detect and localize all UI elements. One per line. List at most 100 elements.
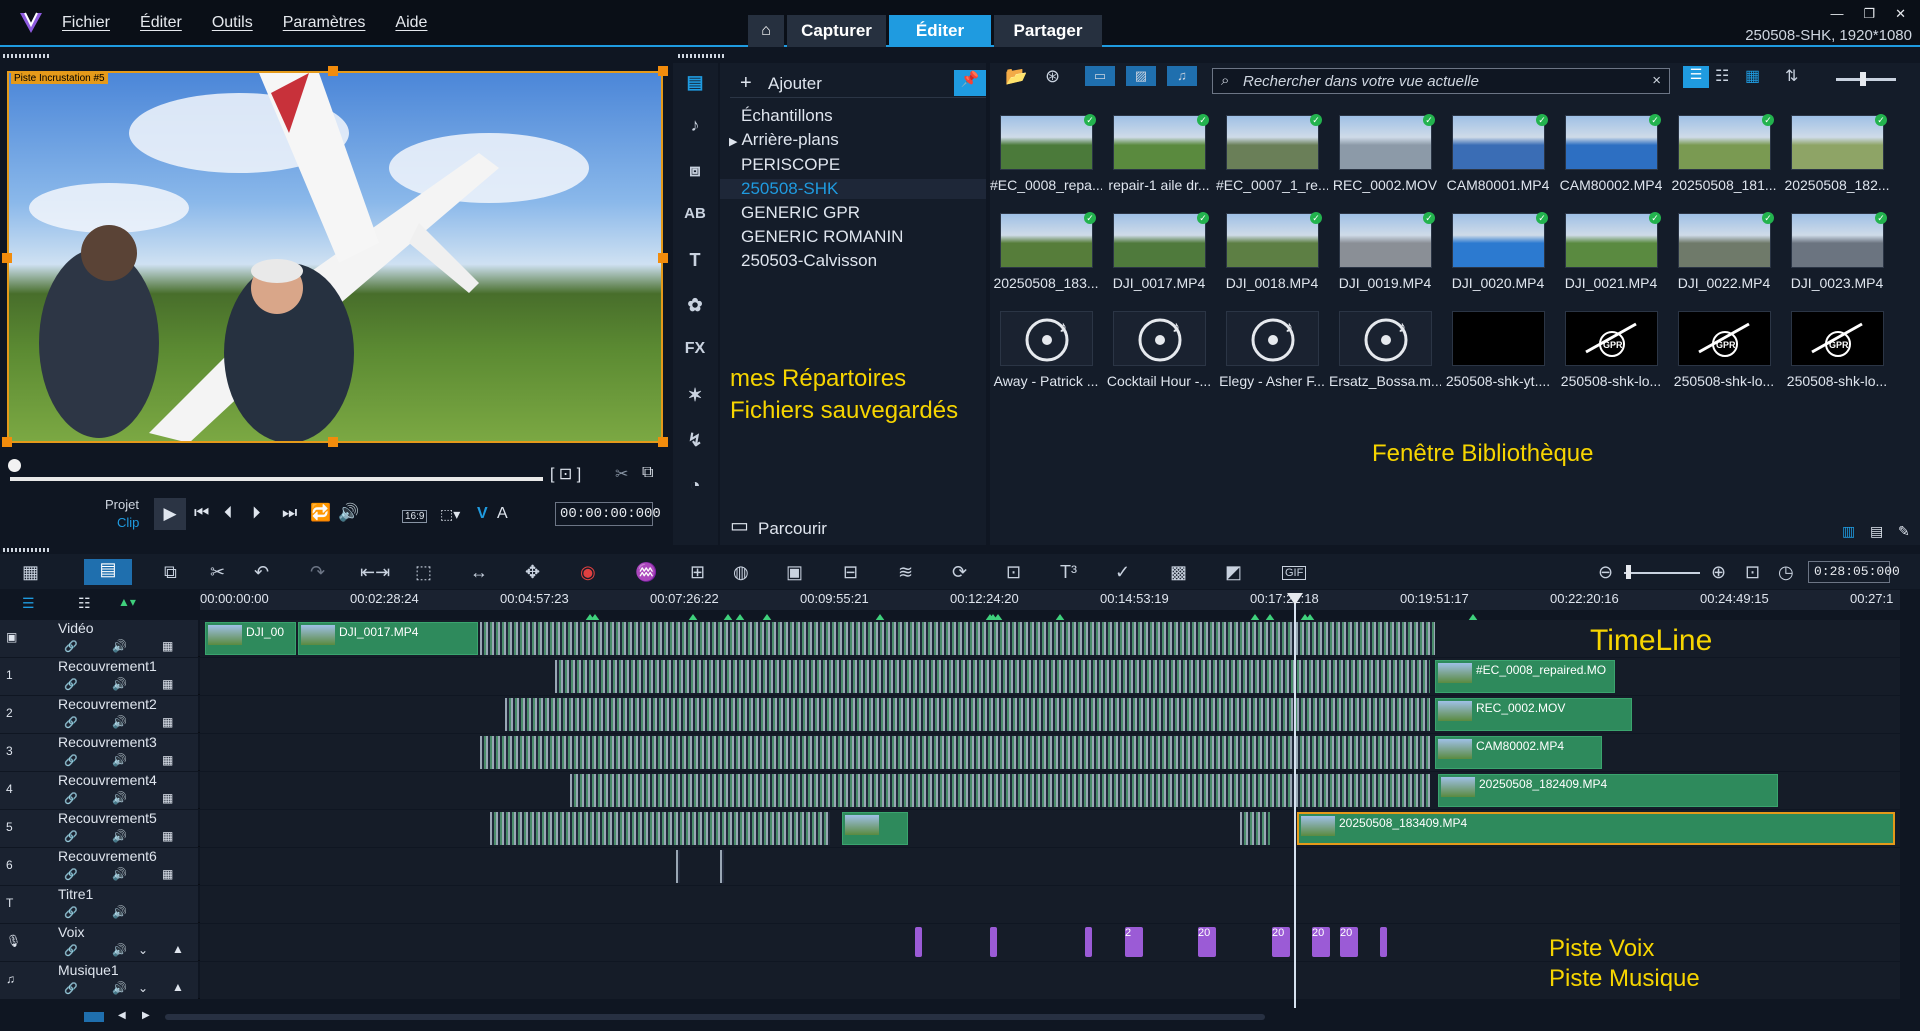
zoom-in-icon[interactable]: ⊕ — [1711, 562, 1726, 583]
track-lane[interactable]: 20250508_182409.MP4 — [200, 772, 1900, 809]
home-icon[interactable]: ⌂ — [748, 15, 784, 47]
clip-cluster[interactable] — [490, 812, 830, 845]
media-thumbnail[interactable]: ✓ 20250508_182... — [1781, 107, 1890, 199]
expand-icon[interactable]: ▲ — [172, 942, 184, 956]
track-options-icon[interactable]: ☷ — [78, 595, 91, 612]
folder-item[interactable]: 250503-Calvisson — [741, 251, 877, 271]
folder-item[interactable]: GENERIC GPR — [741, 203, 860, 223]
mute-icon[interactable]: 🔊 — [112, 639, 127, 653]
media-thumbnail[interactable]: ♪ Cocktail Hour -... — [1103, 303, 1211, 395]
zoom-out-icon[interactable]: ⊖ — [1598, 562, 1613, 583]
media-thumbnail[interactable]: ♪ Elegy - Asher F... — [1216, 303, 1325, 395]
track-header[interactable]: 5 Recouvrement5 🔗 🔊 ▦ — [0, 810, 198, 847]
clip-cluster[interactable] — [676, 850, 680, 883]
aspect-ratio-button[interactable]: 16:9 — [402, 510, 428, 523]
thumbnail-size-slider[interactable] — [1836, 78, 1896, 81]
track-lane[interactable]: CAM80002.MP4 — [200, 734, 1900, 771]
clear-search-icon[interactable]: × — [1652, 72, 1661, 89]
folder-item[interactable]: ▶ Arrière-plans — [729, 130, 839, 150]
import-folder-icon[interactable]: 📂 — [1005, 66, 1027, 87]
clip-cluster[interactable] — [480, 622, 1435, 655]
track-header[interactable]: 4 Recouvrement4 🔗 🔊 ▦ — [0, 772, 198, 809]
transition-icon[interactable]: ⧈ — [679, 160, 711, 186]
media-thumbnail[interactable]: ✓ CAM80001.MP4 — [1442, 107, 1549, 199]
previous-frame-icon[interactable]: ⏴ — [224, 503, 233, 523]
scroll-zoom-icon[interactable] — [84, 1012, 104, 1022]
browse-icon[interactable]: ▭ — [730, 513, 749, 538]
timeline-clip[interactable]: 20250508_182409.MP4 — [1438, 774, 1778, 807]
link-icon[interactable]: 🔗 — [64, 944, 78, 957]
folder-item[interactable]: GENERIC ROMANIN — [741, 227, 903, 247]
media-thumbnail[interactable]: ✓ DJI_0019.MP4 — [1329, 205, 1435, 297]
clip-cluster[interactable] — [480, 736, 1430, 769]
mute-icon[interactable]: 🔊 — [112, 905, 127, 919]
timecode-field[interactable]: 00:00:00:000 — [555, 502, 661, 526]
mute-icon[interactable]: 🔊 — [112, 791, 127, 805]
view-large-icon[interactable]: ☰ — [1683, 66, 1709, 88]
filter-photo-icon[interactable]: ▨ — [1126, 66, 1156, 86]
panel-layout-icon[interactable]: ▥ — [1842, 523, 1855, 540]
timeline-scrollbar[interactable] — [165, 1014, 1265, 1020]
clip-mode-label[interactable]: Clip — [117, 515, 139, 530]
track-list-icon[interactable]: ☰ — [22, 595, 35, 612]
timeline-clip[interactable] — [842, 812, 908, 845]
add-folder-button[interactable]: Ajouter — [768, 74, 822, 94]
timeline-clip[interactable]: DJI_0017.MP4 — [298, 622, 478, 655]
lens-icon[interactable]: ◩ — [1225, 562, 1242, 583]
volume-icon[interactable]: 🔊 — [338, 503, 359, 523]
menu-parametres[interactable]: Paramètres — [283, 14, 366, 32]
media-thumbnail[interactable]: ✓ DJI_0021.MP4 — [1555, 205, 1661, 297]
mute-icon[interactable]: 🔊 — [112, 981, 127, 995]
track-lane[interactable]: REC_0002.MOV — [200, 696, 1900, 733]
link-icon[interactable]: 🔗 — [64, 716, 78, 729]
voice-clip[interactable]: 2 — [1125, 927, 1143, 957]
transparency-icon[interactable]: ▦ — [162, 715, 173, 729]
voice-clip[interactable]: 20 — [1312, 927, 1330, 957]
path-icon[interactable]: ↯ — [679, 430, 711, 456]
media-thumbnail[interactable]: GPR 250508-shk-lo... — [1668, 303, 1774, 395]
track-header[interactable]: 1 Recouvrement1 🔗 🔊 ▦ — [0, 658, 198, 695]
media-library-icon[interactable]: ▤ — [679, 72, 711, 98]
collapse-icon[interactable]: ⌄ — [138, 943, 148, 957]
scissors-icon[interactable]: ✂ — [615, 464, 628, 484]
snapshot-icon[interactable]: ⧉ — [642, 464, 653, 482]
position-icon[interactable]: ✥ — [525, 562, 540, 583]
go-to-start-icon[interactable]: ⏮ — [194, 503, 209, 523]
resize-handle[interactable] — [658, 253, 668, 263]
crop-tool-icon[interactable]: ⬚ — [415, 562, 432, 583]
view-list-icon[interactable]: ☷ — [1715, 66, 1729, 86]
pin-icon[interactable]: 📌 — [954, 70, 986, 96]
thumbnail-size-knob[interactable] — [1860, 72, 1866, 86]
voice-clip[interactable]: 20 — [1340, 927, 1358, 957]
collapse-icon[interactable]: ⌄ — [138, 981, 148, 995]
timeline-clip[interactable]: #EC_0008_repaired.MO — [1435, 660, 1615, 693]
media-thumbnail[interactable]: ✓ 20250508_183... — [990, 205, 1099, 297]
clock-icon[interactable]: ◷ — [1778, 562, 1794, 583]
track-header[interactable]: 2 Recouvrement2 🔗 🔊 ▦ — [0, 696, 198, 733]
media-thumbnail[interactable]: ✓ #EC_0008_repa... — [990, 107, 1102, 199]
link-icon[interactable]: 🔗 — [64, 754, 78, 767]
sort-icon[interactable]: ⇅ — [1785, 66, 1798, 86]
resize-handle[interactable] — [328, 66, 338, 76]
track-lane[interactable] — [200, 886, 1900, 923]
go-to-end-icon[interactable]: ⏭ — [282, 503, 297, 523]
color-icon[interactable]: ✓ — [1115, 562, 1130, 583]
playhead[interactable] — [1294, 600, 1296, 1008]
link-icon[interactable]: 🔗 — [64, 678, 78, 691]
track-lane[interactable]: #EC_0008_repaired.MO — [200, 658, 1900, 695]
add-icon[interactable]: + — [740, 72, 752, 95]
mute-icon[interactable]: 🔊 — [112, 753, 127, 767]
panel-grip[interactable] — [3, 548, 51, 552]
restore-button[interactable]: ❐ — [1863, 6, 1875, 22]
speed-icon[interactable]: ◔ — [679, 475, 711, 501]
mute-icon[interactable]: 🔊 — [112, 677, 127, 691]
preview-window[interactable]: Piste Incrustation #5 — [7, 71, 663, 443]
resize-handle[interactable] — [658, 437, 668, 447]
media-thumbnail[interactable]: ✓ DJI_0017.MP4 — [1103, 205, 1209, 297]
redo-icon[interactable]: ↷ — [310, 562, 325, 583]
mute-icon[interactable]: 🔊 — [112, 867, 127, 881]
trim-markers-icon[interactable]: [ ⊡ ] — [550, 464, 581, 484]
zoom-knob[interactable] — [1626, 565, 1631, 579]
transparency-icon[interactable]: ▦ — [162, 753, 173, 767]
clip-cluster[interactable] — [570, 774, 1430, 807]
